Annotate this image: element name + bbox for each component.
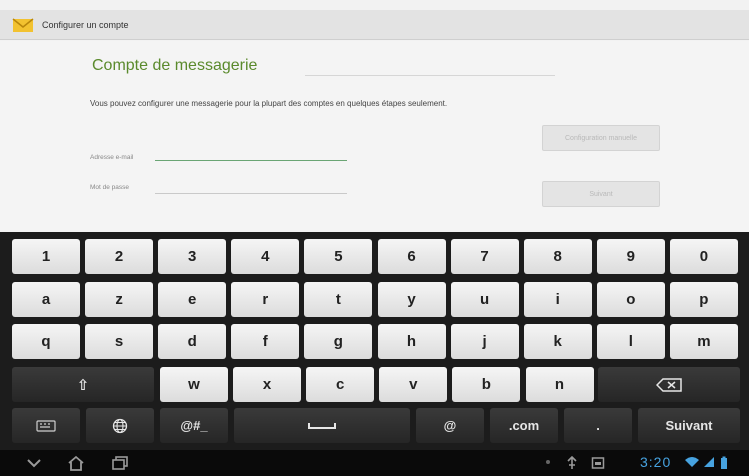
key-r[interactable]: r — [231, 282, 300, 317]
key-7[interactable]: 7 — [450, 239, 519, 274]
key-f[interactable]: f — [231, 324, 300, 359]
recent-apps-icon[interactable] — [110, 454, 130, 472]
key-8[interactable]: 8 — [523, 239, 592, 274]
password-label: Mot de passe — [90, 184, 130, 191]
key-3[interactable]: 3 — [158, 239, 227, 274]
key-1[interactable]: 1 — [12, 239, 80, 274]
key-u[interactable]: u — [450, 282, 519, 317]
dotcom-key[interactable]: .com — [490, 408, 558, 443]
title-bar: Configurer un compte — [0, 10, 749, 40]
at-key[interactable]: @ — [416, 408, 484, 443]
key-q[interactable]: q — [12, 324, 80, 359]
key-e[interactable]: e — [158, 282, 227, 317]
space-icon — [308, 422, 336, 429]
symbols-key[interactable]: @#_ — [160, 408, 228, 443]
key-i[interactable]: i — [523, 282, 592, 317]
email-field[interactable] — [155, 160, 347, 161]
key-m[interactable]: m — [669, 324, 738, 359]
keyboard-icon — [36, 419, 56, 432]
wifi-icon — [685, 457, 699, 467]
soft-keyboard: 1234567890 azertyuiop qsdfghjklm ⇧ wxcvb… — [0, 232, 749, 450]
section-title: Compte de messagerie — [92, 57, 258, 74]
keyboard-settings-key[interactable] — [12, 408, 80, 443]
key-c[interactable]: c — [306, 367, 375, 402]
key-o[interactable]: o — [596, 282, 665, 317]
password-field[interactable] — [155, 193, 347, 194]
shift-key[interactable]: ⇧ — [12, 367, 154, 402]
usb-icon — [567, 456, 577, 469]
key-y[interactable]: y — [377, 282, 446, 317]
key-l[interactable]: l — [596, 324, 665, 359]
next-key[interactable]: Suivant — [638, 408, 740, 443]
notification-dot-icon — [546, 460, 550, 464]
manual-config-button[interactable]: Configuration manuelle — [542, 125, 660, 151]
key-b[interactable]: b — [452, 367, 521, 402]
key-4[interactable]: 4 — [231, 239, 300, 274]
battery-icon — [721, 456, 727, 469]
key-v[interactable]: v — [379, 367, 448, 402]
back-icon[interactable] — [24, 454, 44, 472]
intro-text: Vous pouvez configurer une messagerie po… — [90, 99, 448, 108]
key-9[interactable]: 9 — [596, 239, 665, 274]
globe-icon — [112, 418, 128, 433]
email-label: Adresse e-mail — [90, 154, 134, 161]
key-z[interactable]: z — [85, 282, 154, 317]
key-d[interactable]: d — [158, 324, 227, 359]
key-0[interactable]: 0 — [669, 239, 738, 274]
key-p[interactable]: p — [669, 282, 738, 317]
key-h[interactable]: h — [377, 324, 446, 359]
home-icon[interactable] — [66, 454, 86, 472]
key-w[interactable]: w — [160, 367, 228, 402]
backspace-icon — [656, 377, 682, 392]
email-app-icon — [12, 17, 34, 32]
window-title: Configurer un compte — [42, 19, 129, 30]
key-6[interactable]: 6 — [377, 239, 446, 274]
key-5[interactable]: 5 — [304, 239, 373, 274]
key-j[interactable]: j — [450, 324, 519, 359]
key-t[interactable]: t — [304, 282, 373, 317]
key-x[interactable]: x — [233, 367, 302, 402]
dot-key[interactable]: . — [564, 408, 632, 443]
app-window: Configurer un compte Compte de messageri… — [0, 0, 749, 232]
space-key[interactable] — [234, 408, 410, 443]
section-divider — [305, 75, 555, 76]
language-key[interactable] — [86, 408, 154, 443]
key-a[interactable]: a — [12, 282, 80, 317]
screenshot-icon — [591, 457, 605, 469]
key-g[interactable]: g — [304, 324, 373, 359]
key-n[interactable]: n — [525, 367, 594, 402]
signal-icon — [704, 457, 714, 467]
next-button[interactable]: Suivant — [542, 181, 660, 207]
key-s[interactable]: s — [85, 324, 154, 359]
key-2[interactable]: 2 — [85, 239, 154, 274]
backspace-key[interactable] — [598, 367, 740, 402]
key-k[interactable]: k — [523, 324, 592, 359]
account-setup-form: Compte de messagerie Vous pouvez configu… — [0, 41, 749, 232]
system-bar: 3:20 — [0, 450, 749, 476]
clock: 3:20 — [640, 454, 672, 470]
